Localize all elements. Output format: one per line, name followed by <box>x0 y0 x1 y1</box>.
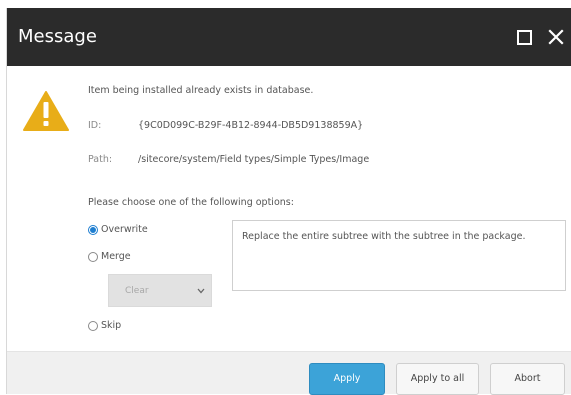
merge-label: Merge <box>101 251 131 262</box>
dialog-titlebar: Message <box>7 8 571 66</box>
path-label: Path: <box>88 154 113 165</box>
merge-radio[interactable] <box>88 252 98 262</box>
id-value: {9C0D099C-B29F-4B12-8944-DB5D9138859A} <box>138 120 364 131</box>
apply-button[interactable]: Apply <box>309 363 385 395</box>
dialog-footer: Apply Apply to all Abort <box>7 351 571 395</box>
maximize-icon <box>517 30 532 45</box>
close-button[interactable] <box>545 26 567 48</box>
skip-radio[interactable] <box>88 321 98 331</box>
overwrite-label: Overwrite <box>101 224 148 235</box>
apply-to-all-button[interactable]: Apply to all <box>396 363 479 395</box>
skip-label: Skip <box>101 320 122 331</box>
warning-icon <box>23 91 69 131</box>
option-skip[interactable]: Skip <box>88 319 121 333</box>
dialog-title: Message <box>18 26 97 47</box>
merge-mode-value: Clear <box>125 286 149 296</box>
overwrite-radio[interactable] <box>88 225 98 235</box>
id-label: ID: <box>88 120 102 131</box>
maximize-button[interactable] <box>513 26 535 48</box>
path-value: /sitecore/system/Field types/Simple Type… <box>138 154 370 165</box>
option-description-text: Replace the entire subtree with the subt… <box>242 231 526 242</box>
options-title: Please choose one of the following optio… <box>88 197 294 208</box>
merge-mode-select: Clear <box>108 274 212 307</box>
abort-button[interactable]: Abort <box>490 363 565 395</box>
chevron-down-icon <box>197 288 205 294</box>
option-merge[interactable]: Merge <box>88 250 131 264</box>
option-overwrite[interactable]: Overwrite <box>88 223 148 237</box>
close-icon <box>548 29 564 45</box>
message-text: Item being installed already exists in d… <box>88 85 314 96</box>
option-description: Replace the entire subtree with the subt… <box>232 220 566 291</box>
message-dialog: Message Item being installed already exi… <box>6 8 571 395</box>
